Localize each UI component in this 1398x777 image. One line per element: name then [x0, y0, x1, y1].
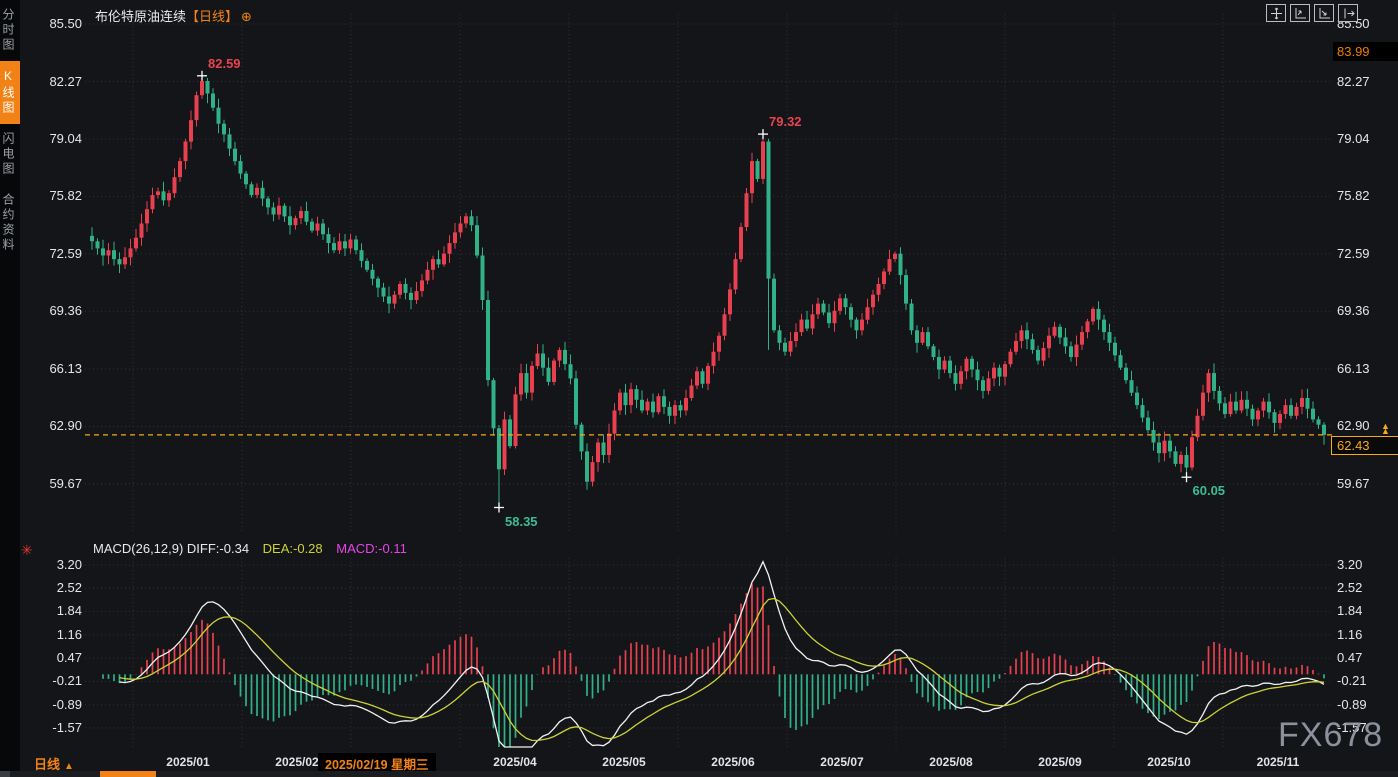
- sidebar-item-2[interactable]: 闪电图: [0, 124, 20, 185]
- macd-diff-line: [120, 562, 1325, 747]
- scrollbar-thumb[interactable]: [100, 771, 156, 777]
- x-axis-label: 2025/09: [1038, 755, 1081, 769]
- x-axis-label: 2025/04: [493, 755, 536, 769]
- extreme-price-annotation: 79.32: [769, 114, 802, 129]
- price-axis-label-right: 79.04: [1337, 131, 1395, 146]
- macd-axis-label-right: -0.89: [1337, 697, 1395, 712]
- price-axis-label-left: 75.82: [26, 188, 82, 203]
- zoom-y-axis-icon[interactable]: [1290, 4, 1310, 22]
- macd-axis-label-left: -1.57: [26, 720, 82, 735]
- macd-axis-label-left: 2.52: [26, 580, 82, 595]
- extreme-price-annotation: 60.05: [1193, 483, 1226, 498]
- previous-level-price-tag: 83.99: [1333, 42, 1398, 61]
- x-axis-label: 2025/11: [1257, 755, 1300, 769]
- price-axis-label-left: 62.90: [26, 418, 82, 433]
- extreme-markers: [197, 71, 1192, 513]
- macd-axis-label-right: 1.16: [1337, 627, 1395, 642]
- extreme-price-annotation: 58.35: [505, 514, 538, 529]
- macd-axis-label-right: 1.84: [1337, 603, 1395, 618]
- price-axis-label-right: 66.13: [1337, 361, 1395, 376]
- x-axis-label: 2025/05: [602, 755, 645, 769]
- price-up-arrows-icon: ▲▲: [1381, 424, 1390, 434]
- scrollbar-left-stub: [0, 771, 10, 777]
- x-axis-label: 2025/06: [711, 755, 754, 769]
- macd-axis-label-left: -0.89: [26, 697, 82, 712]
- sidebar-item-3[interactable]: 合约资料: [0, 185, 20, 261]
- price-axis-label-left: 82.27: [26, 74, 82, 89]
- exit-fullscreen-icon[interactable]: [1338, 4, 1358, 22]
- price-axis-label-right: 72.59: [1337, 246, 1395, 261]
- macd-axis-label-left: -0.21: [26, 673, 82, 688]
- macd-axis-label-right: 0.47: [1337, 650, 1395, 665]
- x-axis-label: 2025/07: [820, 755, 863, 769]
- price-axis-label-right: 69.36: [1337, 303, 1395, 318]
- macd-axis-label-left: 1.84: [26, 603, 82, 618]
- x-axis-label: 2025/10: [1147, 755, 1190, 769]
- chart-application: 分时图K线图闪电图合约资料 布伦特原油连续【日线】⊕ 83.99 ▲▲ 62.4…: [0, 0, 1398, 777]
- price-axis-label-left: 79.04: [26, 131, 82, 146]
- current-price-tag: 62.43: [1331, 436, 1398, 455]
- candles: [90, 73, 1326, 508]
- watermark: FX678: [1278, 716, 1383, 755]
- chart-toolbar: [1266, 4, 1358, 22]
- symbol-name: 布伦特原油连续: [95, 9, 186, 24]
- macd-hist-value: MACD:-0.11: [336, 541, 407, 556]
- macd-header: MACD(26,12,9) DIFF:-0.34 DEA:-0.28 MACD:…: [93, 541, 407, 556]
- macd-axis-label-left: 3.20: [26, 557, 82, 572]
- macd-axis-label-right: 2.52: [1337, 580, 1395, 595]
- price-axis-label-right: 59.67: [1337, 476, 1395, 491]
- left-sidebar: 分时图K线图闪电图合约资料: [0, 0, 20, 777]
- price-axis-label-left: 69.36: [26, 303, 82, 318]
- horizontal-scrollbar[interactable]: [0, 771, 1398, 777]
- price-axis-label-left: 59.67: [26, 476, 82, 491]
- price-axis-label-right: 82.27: [1337, 74, 1395, 89]
- extreme-price-annotation: 82.59: [208, 56, 241, 71]
- macd-params-diff-value: MACD(26,12,9) DIFF:-0.34: [93, 541, 249, 556]
- macd-axis-label-left: 1.16: [26, 627, 82, 642]
- price-axis-label-right: 75.82: [1337, 188, 1395, 203]
- macd-axis-label-right: -0.21: [1337, 673, 1395, 688]
- x-axis-label: 2025/01: [166, 755, 209, 769]
- settings-gear-icon[interactable]: ⊕: [241, 9, 252, 24]
- sidebar-item-1[interactable]: K线图: [0, 61, 20, 124]
- candlestick-chart-canvas[interactable]: [0, 0, 1398, 777]
- sidebar-item-0[interactable]: 分时图: [0, 0, 20, 61]
- zoom-x-axis-icon[interactable]: [1314, 4, 1334, 22]
- macd-axis-label-left: 0.47: [26, 650, 82, 665]
- crosshair-pan-icon[interactable]: [1266, 4, 1286, 22]
- period-label: 【日线】: [186, 9, 238, 24]
- macd-axis-label-right: 3.20: [1337, 557, 1395, 572]
- macd-dea-line: [120, 599, 1325, 741]
- x-axis-label: 2025/08: [929, 755, 972, 769]
- chart-title: 布伦特原油连续【日线】⊕: [95, 6, 252, 25]
- price-axis-label-left: 72.59: [26, 246, 82, 261]
- price-axis-label-left: 66.13: [26, 361, 82, 376]
- macd-dea-value: DEA:-0.28: [263, 541, 323, 556]
- x-axis-label: 2025/02: [275, 755, 318, 769]
- price-axis-label-left: 85.50: [26, 16, 82, 31]
